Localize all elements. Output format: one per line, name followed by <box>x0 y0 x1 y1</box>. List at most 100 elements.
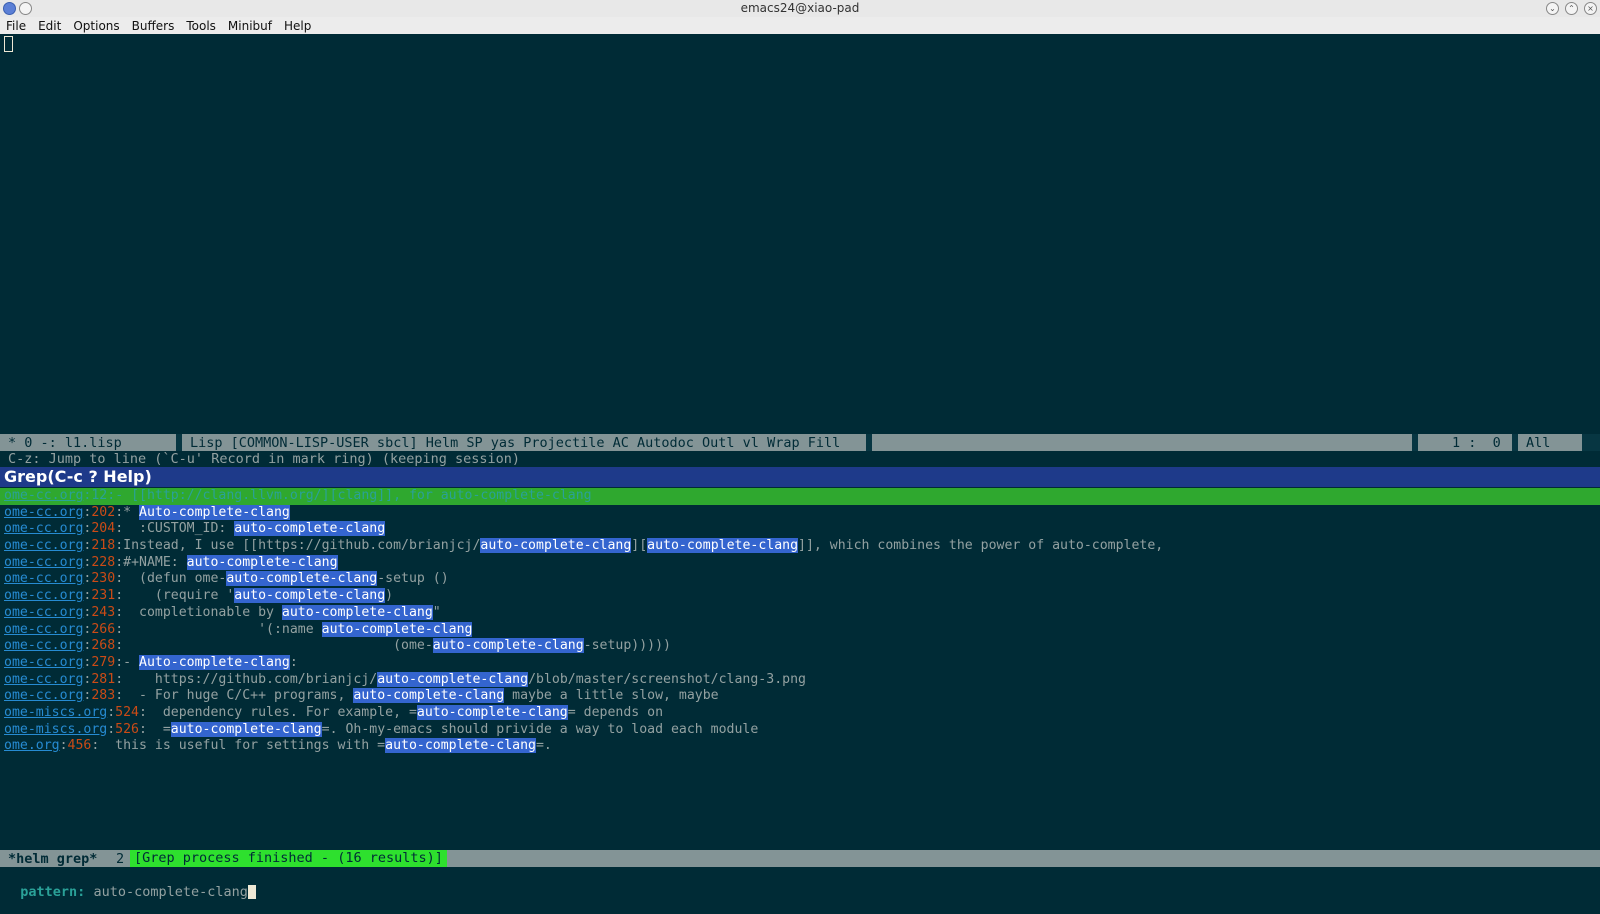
result-line-number: 283 <box>91 688 116 704</box>
grep-result-row[interactable]: ome-cc.org:266: '(:name auto-complete-cl… <box>4 621 1600 639</box>
grep-result-row[interactable]: ome-cc.org:283: - For huge C/C++ program… <box>4 688 1600 705</box>
result-line-number: 231 <box>91 588 116 604</box>
grep-result-row[interactable]: ome-cc.org:230: (defun ome-auto-complete… <box>4 571 1600 588</box>
grep-result-row[interactable]: ome-cc.org:202:* Auto-complete-clang <box>4 504 1600 522</box>
grep-result-row[interactable]: ome-cc.org:279:- Auto-complete-clang: <box>4 654 1600 672</box>
menu-buffers[interactable]: Buffers <box>126 17 181 33</box>
match-highlight: auto-complete-clang <box>226 571 378 587</box>
result-file-link[interactable]: ome-cc.org <box>4 538 83 553</box>
menu-options[interactable]: Options <box>67 17 125 33</box>
grep-result-row[interactable]: ome.org:456: this is useful for settings… <box>4 738 1600 755</box>
grep-result-row[interactable]: ome-cc.org:228:#+NAME: auto-complete-cla… <box>4 554 1600 572</box>
result-file-link[interactable]: ome-cc.org <box>4 638 83 653</box>
grep-result-row[interactable]: ome-cc.org:268: (ome-auto-complete-clang… <box>4 638 1600 655</box>
modeline-separator <box>176 434 182 451</box>
result-file-link[interactable]: ome-cc.org <box>4 688 83 703</box>
result-file-link[interactable]: ome-cc.org <box>4 555 83 570</box>
result-line-number: 218 <box>91 538 116 554</box>
grep-result-row[interactable]: ome-cc.org:281: https://github.com/brian… <box>4 671 1600 689</box>
result-text: /blob/master/screenshot/clang-3.png <box>528 671 806 687</box>
grep-result-row[interactable]: ome-miscs.org:524: dependency rules. For… <box>4 704 1600 722</box>
result-text: : completionable by <box>115 604 282 620</box>
grep-result-row[interactable]: ome-cc.org:218:Instead, I use [[https://… <box>4 538 1600 555</box>
result-line-number: 243 <box>91 604 116 620</box>
modeline-separator <box>866 434 872 451</box>
result-text: : <box>289 654 298 670</box>
minibuffer[interactable]: pattern: auto-complete-clang <box>0 867 1600 900</box>
modeline-position: 1 : 0 <box>1452 435 1501 451</box>
result-line-number: 228 <box>91 554 116 570</box>
result-file-link[interactable]: ome-cc.org <box>4 672 83 687</box>
match-highlight: auto-complete-clang <box>480 538 632 554</box>
result-text: : (require ' <box>115 588 235 604</box>
grep-result-row[interactable]: ome-cc.org:243: completionable by auto-c… <box>4 604 1600 622</box>
match-highlight: Auto-complete-clang <box>139 654 290 670</box>
menu-help[interactable]: Help <box>278 17 317 33</box>
result-file-link[interactable]: ome-miscs.org <box>4 722 107 737</box>
result-line-number: 266 <box>91 621 116 637</box>
result-text: " <box>432 604 441 620</box>
match-highlight: auto-complete-clang <box>321 621 473 637</box>
maximize-icon[interactable]: ⌃ <box>1565 2 1578 15</box>
result-line-number: 524 <box>115 704 139 720</box>
result-text: ][ <box>321 488 338 503</box>
result-text: : = <box>139 721 171 737</box>
minimize-icon[interactable]: ⌄ <box>1546 2 1559 15</box>
result-text: ]], which combines the power of auto-com… <box>798 538 1164 554</box>
match-highlight: auto-complete-clang <box>647 538 799 554</box>
text-cursor <box>4 36 13 52</box>
result-file-link[interactable]: ome-cc.org <box>4 571 83 586</box>
result-file-link[interactable]: ome-cc.org <box>4 488 83 503</box>
result-file-link[interactable]: ome-cc.org <box>4 655 83 670</box>
close-icon[interactable]: × <box>1584 2 1597 15</box>
result-text: : this is useful for settings with = <box>91 738 386 754</box>
result-text: : (defun ome- <box>115 571 227 587</box>
mode-line: * 0 -: l1.lisp Lisp [COMMON-LISP-USER sb… <box>0 434 1600 451</box>
result-text: :- [[ <box>107 488 147 503</box>
grep-status: [Grep process finished - (16 results)] <box>130 850 447 867</box>
result-file-link[interactable]: ome-cc.org <box>4 521 83 536</box>
match-highlight: auto-complete-clang <box>186 554 338 570</box>
result-text: : https://github.com/brianjcj/ <box>115 671 378 687</box>
result-file-link[interactable]: ome-cc.org <box>4 588 83 603</box>
result-file-link[interactable]: ome-miscs.org <box>4 705 107 720</box>
pattern-label: pattern: <box>20 884 86 900</box>
result-line-number: 268 <box>91 638 116 654</box>
menu-bar: File Edit Options Buffers Tools Minibuf Help <box>0 17 1600 34</box>
modeline-separator <box>1412 434 1418 451</box>
result-line-number: 279 <box>91 654 116 670</box>
editor-area[interactable] <box>0 34 1600 434</box>
grep-result-row[interactable]: ome-cc.org:231: (require 'auto-complete-… <box>4 588 1600 605</box>
menu-tools[interactable]: Tools <box>180 17 222 33</box>
grep-result-row[interactable]: ome-cc.org:204: :CUSTOM_ID: auto-complet… <box>4 521 1600 538</box>
result-line-number: 204 <box>91 521 116 537</box>
menu-file[interactable]: File <box>0 17 32 33</box>
result-text: = depends on <box>567 704 664 720</box>
modeline-modes[interactable]: Lisp [COMMON-LISP-USER sbcl] Helm SP yas… <box>190 435 840 451</box>
modeline-buffer-info[interactable]: * 0 -: l1.lisp <box>8 435 122 451</box>
pattern-input[interactable]: auto-complete-clang <box>93 884 247 900</box>
menu-edit[interactable]: Edit <box>32 17 67 33</box>
result-text: : - For huge C/C++ programs, <box>115 688 354 704</box>
result-text: maybe a little slow, maybe <box>504 688 719 704</box>
grep-result-row[interactable]: ome-miscs.org:526: =auto-complete-clang=… <box>4 721 1600 739</box>
match-highlight: auto-complete-clang <box>416 704 568 720</box>
result-file-link[interactable]: ome-cc.org <box>4 622 83 637</box>
result-file-link[interactable]: ome-cc.org <box>4 505 83 520</box>
modeline-end <box>1582 434 1600 451</box>
grep-result-row[interactable]: ome-cc.org:12:- [[http://clang.llvm.org/… <box>0 488 1600 505</box>
helm-buffer-name: *helm grep* <box>8 851 98 867</box>
helm-header: Grep(C-c ? Help) <box>0 467 1600 487</box>
modeline-separator <box>1512 434 1518 451</box>
match-highlight: auto-complete-clang <box>385 738 536 754</box>
result-text: =. <box>535 738 552 754</box>
match-highlight: auto-complete-clang <box>234 588 386 604</box>
result-separator: : <box>107 704 116 720</box>
helm-candidate-count: 2 <box>116 851 125 867</box>
menu-minibuf[interactable]: Minibuf <box>222 17 278 33</box>
result-text: -setup))))) <box>583 638 671 654</box>
result-text: ) <box>385 588 394 604</box>
result-line-number: 12 <box>91 488 108 503</box>
result-file-link[interactable]: ome.org <box>4 738 60 753</box>
result-file-link[interactable]: ome-cc.org <box>4 605 83 620</box>
